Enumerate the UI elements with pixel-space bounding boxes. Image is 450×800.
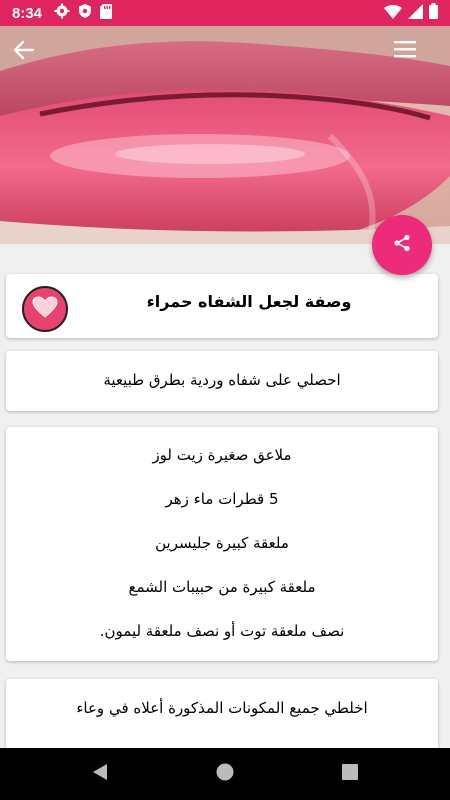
ingredient-item: ملعقة كبيرة من حبيبات الشمع — [128, 578, 316, 596]
share-icon — [393, 234, 411, 256]
hero-lips-image — [0, 26, 450, 244]
menu-button[interactable] — [394, 40, 430, 76]
recipe-subtitle-card: احصلي على شفاه وردية بطرق طبيعية — [6, 351, 438, 411]
recipe-subtitle: احصلي على شفاه وردية بطرق طبيعية — [103, 371, 341, 389]
nav-back-button[interactable] — [38, 763, 163, 785]
gear-icon — [54, 3, 70, 23]
nav-home-button[interactable] — [163, 763, 288, 785]
sd-card-icon — [100, 3, 113, 23]
nav-home-circle-icon — [216, 763, 234, 785]
navigation-bar — [0, 748, 450, 800]
status-bar: 8:34 — [0, 0, 450, 26]
status-time: 8:34 — [12, 4, 43, 22]
ingredient-item: نصف ملعقة توت أو نصف ملعقة ليمون. — [99, 622, 345, 640]
ingredient-item: ملاعق صغيرة زيت لوز — [152, 446, 292, 464]
ingredient-item: 5 قطرات ماء زهر — [165, 490, 279, 508]
battery-icon — [429, 3, 438, 23]
ingredients-card: ملاعق صغيرة زيت لوز 5 قطرات ماء زهر ملعق… — [6, 427, 438, 661]
nav-back-triangle-icon — [92, 763, 108, 785]
ingredient-item: ملعقة كبيرة جليسرين — [155, 534, 289, 552]
signal-icon — [408, 3, 423, 23]
heart-icon — [32, 296, 58, 322]
ingredients-list: ملاعق صغيرة زيت لوز 5 قطرات ماء زهر ملعق… — [16, 443, 428, 663]
favorite-button[interactable] — [22, 286, 68, 332]
share-button[interactable] — [372, 215, 432, 275]
recipe-title-card: وصفة لجعل الشفاه حمراء — [6, 274, 438, 338]
nav-recents-button[interactable] — [288, 764, 413, 784]
recipe-title: وصفة لجعل الشفاه حمراء — [146, 292, 352, 311]
back-button[interactable] — [12, 40, 48, 76]
steps-text: اخلطي جميع المكونات المذكورة أعلاه في وع… — [76, 699, 368, 717]
shield-icon — [78, 3, 92, 23]
wifi-icon — [384, 4, 402, 23]
nav-recents-square-icon — [342, 764, 358, 784]
